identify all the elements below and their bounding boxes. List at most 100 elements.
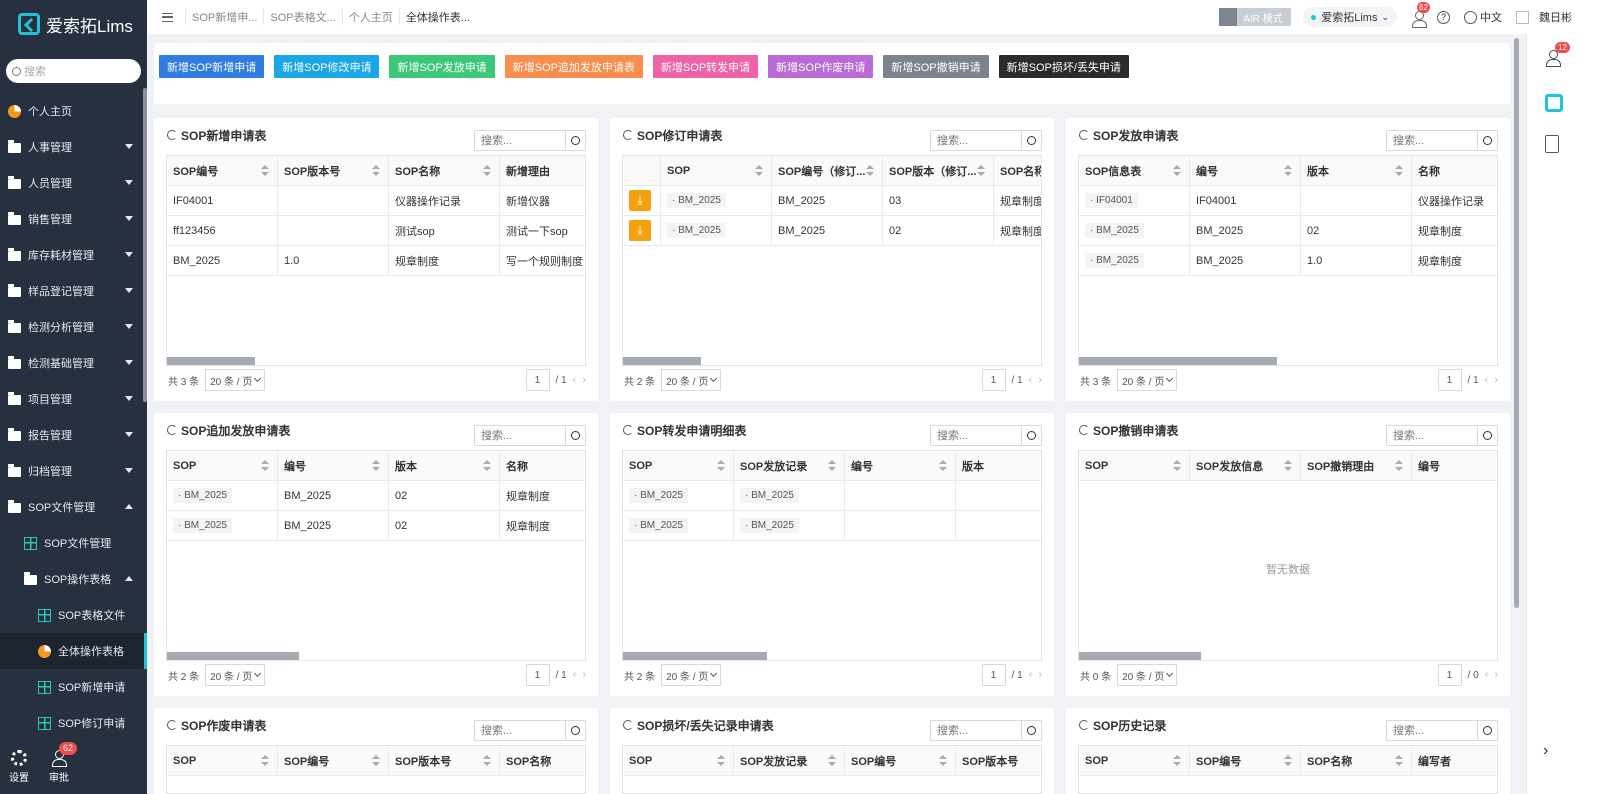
- prev-page-icon[interactable]: ‹: [573, 374, 577, 386]
- link-tag[interactable]: · BM_2025: [629, 518, 688, 533]
- sort-icon[interactable]: [1284, 165, 1292, 176]
- search-button[interactable]: [1021, 426, 1041, 445]
- sort-icon[interactable]: [1284, 755, 1292, 766]
- sort-icon[interactable]: [1284, 460, 1292, 471]
- column-header[interactable]: SOP发放记录: [734, 451, 845, 480]
- column-header[interactable]: SOP版本（修订...: [883, 156, 994, 185]
- sort-icon[interactable]: [1395, 755, 1403, 766]
- sidebar-item[interactable]: SOP文件管理: [0, 525, 147, 561]
- page-number-input[interactable]: 1: [1437, 369, 1462, 391]
- next-page-icon[interactable]: ›: [1494, 374, 1498, 386]
- environment-selector[interactable]: 爱索拓Lims ⌄: [1303, 7, 1397, 27]
- sort-icon[interactable]: [1395, 165, 1403, 176]
- download-button[interactable]: ⤓: [629, 220, 651, 241]
- sort-icon[interactable]: [1173, 755, 1181, 766]
- settings-button[interactable]: 设置: [9, 750, 29, 784]
- link-tag[interactable]: · IF04001: [1085, 193, 1138, 208]
- stamp-button[interactable]: 12: [1545, 42, 1570, 68]
- sidebar-item[interactable]: SOP修订申请: [0, 705, 147, 741]
- user-menu[interactable]: 魏日彬: [1516, 9, 1572, 25]
- column-header[interactable]: SOP编号: [278, 746, 389, 775]
- collapse-menu-icon[interactable]: [162, 12, 173, 22]
- column-header[interactable]: SOP名称（: [994, 156, 1041, 185]
- approve-button[interactable]: 审批 62: [49, 742, 78, 784]
- refresh-icon[interactable]: [167, 425, 177, 435]
- column-header[interactable]: 编号: [1412, 451, 1497, 480]
- prev-page-icon[interactable]: ‹: [1485, 669, 1489, 681]
- search-button[interactable]: [565, 426, 585, 445]
- sort-icon[interactable]: [866, 165, 874, 176]
- column-header[interactable]: SOP: [661, 156, 772, 185]
- column-header[interactable]: 编号: [845, 451, 956, 480]
- column-header[interactable]: 版本: [1301, 156, 1412, 185]
- column-header[interactable]: SOP: [1079, 451, 1190, 480]
- refresh-icon[interactable]: [167, 130, 177, 140]
- column-header[interactable]: SOP编号: [167, 156, 278, 185]
- sort-icon[interactable]: [483, 460, 491, 471]
- column-header[interactable]: SOP版本号: [278, 156, 389, 185]
- sidebar-item[interactable]: SOP表格文件: [0, 597, 147, 633]
- column-header[interactable]: 版本: [389, 451, 500, 480]
- sort-icon[interactable]: [483, 755, 491, 766]
- link-tag[interactable]: · BM_2025: [1085, 223, 1144, 238]
- page-size-select[interactable]: 20 条 / 页: [205, 369, 266, 391]
- next-page-icon[interactable]: ›: [582, 669, 586, 681]
- column-header[interactable]: 名称: [500, 451, 585, 480]
- sidebar-item[interactable]: 报告管理: [0, 417, 147, 453]
- horizontal-scrollbar[interactable]: [1079, 357, 1277, 365]
- search-input[interactable]: [1387, 131, 1477, 150]
- page-number-input[interactable]: 1: [981, 369, 1006, 391]
- column-header[interactable]: SOP撤销理由: [1301, 451, 1412, 480]
- add-request-button[interactable]: 新增SOP撤销申请: [883, 55, 989, 78]
- refresh-icon[interactable]: [623, 720, 633, 730]
- sidebar-item[interactable]: SOP文件管理: [0, 489, 147, 525]
- next-page-icon[interactable]: ›: [582, 374, 586, 386]
- sidebar-item[interactable]: SOP新增申请: [0, 669, 147, 705]
- table-row[interactable]: BM_2025 1.0 规章制度 写一个规则制度: [167, 246, 585, 276]
- messages-button[interactable]: 62: [1411, 1, 1430, 28]
- column-header[interactable]: 编号: [1190, 156, 1301, 185]
- page-size-select[interactable]: 20 条 / 页: [661, 664, 722, 686]
- next-page-icon[interactable]: ›: [1038, 669, 1042, 681]
- document-icon[interactable]: [1545, 135, 1559, 153]
- search-input[interactable]: [475, 721, 565, 740]
- column-header[interactable]: SOP名称: [389, 156, 500, 185]
- table-row[interactable]: ff123456 测试sop 测试一下sop: [167, 216, 585, 246]
- table-row[interactable]: IF04001 仪器操作记录 新增仪器: [167, 186, 585, 216]
- column-header[interactable]: 新增理由: [500, 156, 585, 185]
- sidebar-item[interactable]: 人员管理: [0, 165, 147, 201]
- sort-icon[interactable]: [755, 165, 763, 176]
- sort-icon[interactable]: [828, 755, 836, 766]
- refresh-icon[interactable]: [623, 425, 633, 435]
- search-button[interactable]: [1477, 426, 1497, 445]
- search-input[interactable]: [931, 426, 1021, 445]
- search-button[interactable]: [1477, 721, 1497, 740]
- link-tag[interactable]: · BM_2025: [173, 488, 232, 503]
- language-switch[interactable]: 中文: [1464, 9, 1502, 25]
- refresh-icon[interactable]: [167, 720, 177, 730]
- column-header[interactable]: SOP名称: [500, 746, 585, 775]
- column-header[interactable]: SOP发放记录: [734, 746, 845, 775]
- column-header[interactable]: 版本: [956, 451, 1041, 480]
- search-input[interactable]: [931, 721, 1021, 740]
- add-request-button[interactable]: 新增SOP发放申请: [389, 55, 495, 78]
- tab-home[interactable]: 个人主页: [341, 9, 399, 25]
- page-number-input[interactable]: 1: [525, 664, 550, 686]
- column-header[interactable]: 编写者: [1412, 746, 1497, 775]
- air-mode-toggle[interactable]: AIR 模式: [1219, 8, 1292, 26]
- search-input[interactable]: [475, 426, 565, 445]
- tab-all-tables[interactable]: 全体操作表...: [398, 9, 476, 25]
- next-page-icon[interactable]: ›: [1494, 669, 1498, 681]
- column-header[interactable]: 编号: [278, 451, 389, 480]
- column-header[interactable]: SOP版本号: [956, 746, 1041, 775]
- sort-icon[interactable]: [261, 460, 269, 471]
- help-button[interactable]: ?: [1437, 10, 1450, 24]
- table-row[interactable]: · BM_2025 BM_2025 1.0 规章制度: [1079, 246, 1497, 276]
- add-request-button[interactable]: 新增SOP追加发放申请表: [504, 55, 643, 78]
- column-header[interactable]: SOP编号（修订...: [772, 156, 883, 185]
- sidebar-item[interactable]: 检测分析管理: [0, 309, 147, 345]
- table-row[interactable]: · BM_2025 BM_2025 02 规章制度: [1079, 216, 1497, 246]
- page-size-select[interactable]: 20 条 / 页: [205, 664, 266, 686]
- add-request-button[interactable]: 新增SOP作废申请: [768, 55, 874, 78]
- add-request-button[interactable]: 新增SOP修改申请: [274, 55, 380, 78]
